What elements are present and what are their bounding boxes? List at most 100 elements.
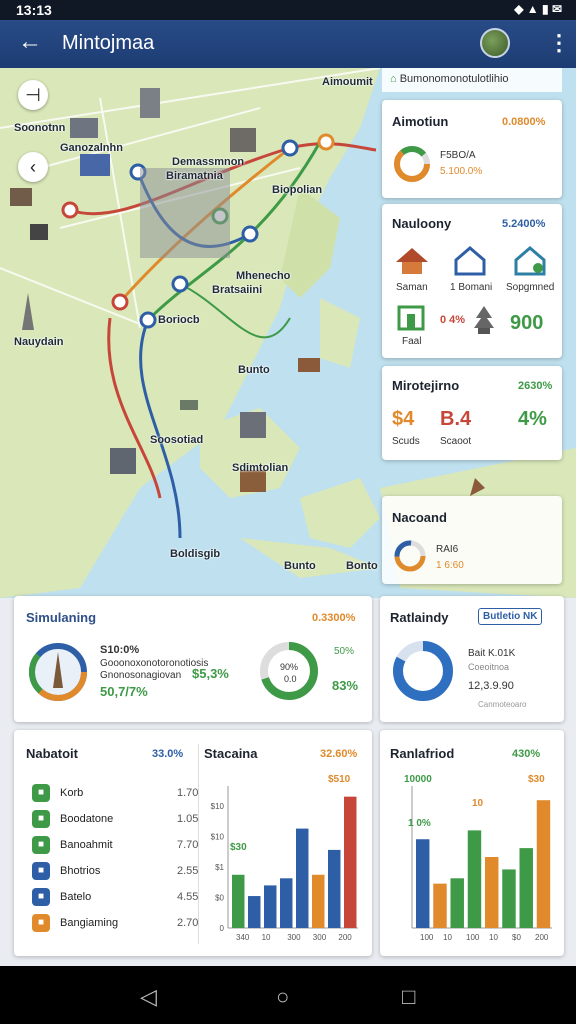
- list-item-icon: ■: [32, 888, 50, 906]
- bar: [232, 874, 245, 928]
- list-item-value: 2.70: [177, 917, 199, 929]
- stat-text: 50,7/7%: [100, 684, 148, 699]
- x-tick-label: 200: [535, 933, 549, 942]
- card-nabatoit-stacaina[interactable]: Nabatoit 33.0% ■ Korb 1.70 ■ Boodatone 1.05 ■ B…: [14, 730, 372, 956]
- stat-text: Gnonosonagiovan: [100, 670, 182, 681]
- list-item-value: 4.55: [177, 891, 199, 903]
- list-item-value: 1.70: [177, 787, 199, 799]
- nav-home-icon[interactable]: ○: [276, 984, 289, 1010]
- more-vert-icon[interactable]: ⋮: [548, 30, 570, 56]
- data-label: $30: [230, 842, 247, 853]
- nav-back-icon[interactable]: ◁: [140, 984, 157, 1010]
- side-card-aimotiun[interactable]: Aimotiun 0.0800% F5BO/A 5.100.0%: [382, 100, 562, 198]
- avatar[interactable]: [480, 28, 510, 58]
- card-value: 33.0%: [152, 748, 184, 760]
- data-label: 1 0%: [408, 818, 431, 829]
- nav-recent-icon[interactable]: □: [402, 984, 415, 1010]
- progress-donut: [393, 641, 453, 701]
- card-title: Nauloony: [392, 216, 452, 231]
- list-item-icon: ■: [32, 862, 50, 880]
- card-item: Faal: [402, 336, 422, 347]
- card-title: Aimotiun: [392, 114, 449, 129]
- bar: [248, 896, 261, 928]
- list-item-label: Bangiaming: [60, 917, 119, 929]
- donut-label: 90%: [280, 662, 299, 672]
- card-sub: 5.100.0%: [440, 166, 483, 177]
- map-label: Mhenecho: [236, 270, 291, 282]
- side-card-nacoand[interactable]: Nacoand RAI6 1 6:60: [382, 496, 562, 584]
- bar: [312, 874, 325, 928]
- list-item[interactable]: ■ Bhotrios 2.55: [32, 862, 199, 880]
- bar: [264, 885, 277, 928]
- map-label: Ganozalnhn: [60, 142, 123, 154]
- card-item: 900: [510, 312, 544, 334]
- card-value: 0.3300%: [312, 612, 356, 624]
- home-pin-icon: [514, 246, 546, 276]
- stat-text: $5,3%: [192, 666, 229, 681]
- list-item[interactable]: ■ Banoahmit 7.70: [32, 836, 198, 854]
- list-item[interactable]: ■ Batelo 4.55: [32, 888, 199, 906]
- app-root: 13:13 ◆ ▲ ▮ ✉ ← Mintojmaa ⋮ ⊣ ‹ Aimoumit…: [0, 0, 576, 1024]
- bar: [433, 883, 447, 928]
- card-sub: F5BO/A: [440, 150, 476, 161]
- card-item: 1 Bomani: [450, 282, 493, 293]
- list-item-label: Korb: [60, 787, 84, 799]
- donut-label: 0.0: [284, 674, 297, 684]
- map-label: Sdimtolian: [232, 462, 289, 474]
- map-label: Boldisgib: [170, 548, 221, 560]
- card-ratlaindy[interactable]: Ratlaindy Butletio NK Bait K.01K Coeoitn…: [380, 596, 564, 722]
- card-value: 430%: [512, 748, 541, 760]
- y-tick-label: $10: [211, 802, 225, 811]
- status-time: 13:13: [16, 2, 52, 18]
- list-item[interactable]: ■ Bangiaming 2.70: [32, 914, 199, 932]
- list-item[interactable]: ■ Boodatone 1.05: [32, 810, 198, 828]
- card-item: Sopgmned: [506, 282, 555, 293]
- list-item-value: 2.55: [177, 865, 199, 877]
- bar: [296, 828, 309, 928]
- card-value: 2630%: [518, 380, 553, 392]
- list-item-label: Bhotrios: [60, 865, 101, 877]
- filter-badge[interactable]: Butletio NK: [478, 608, 543, 625]
- arrow-left-icon[interactable]: ←: [18, 28, 42, 56]
- card-title: Nacoand: [392, 510, 447, 525]
- list-item-icon: ■: [32, 914, 50, 932]
- map-label: Bunto: [238, 364, 270, 376]
- stat-text: Canmoteoaro: [478, 700, 527, 709]
- list-item-icon: ■: [32, 810, 50, 828]
- bar: [536, 800, 551, 928]
- home-icon: ⌂: [390, 73, 400, 85]
- map-label: Demassmnon: [172, 156, 245, 168]
- map-top-strip: ⌂ Bumonomonotulotlihio: [382, 68, 562, 92]
- card-sub: 1 6:60: [436, 560, 464, 571]
- card-value: 32.60%: [320, 748, 358, 760]
- x-tick-label: 10: [443, 933, 452, 942]
- side-card-nauloony[interactable]: Nauloony 5.2400% Saman 1 Bomani Sopgmned…: [382, 204, 562, 358]
- list-item-icon: ■: [32, 836, 50, 854]
- stat-text: 83%: [332, 678, 359, 693]
- chevron-left-icon[interactable]: ‹: [18, 152, 48, 182]
- stat-text: S10:0%: [100, 644, 140, 656]
- map-label: Nauydain: [14, 336, 64, 348]
- card-sub: RAI6: [436, 544, 459, 555]
- data-label: $30: [528, 774, 545, 785]
- chart-title: Stacaina: [204, 746, 258, 761]
- y-tick-label: $10: [211, 833, 225, 842]
- x-tick-label: 10: [262, 933, 271, 942]
- list-item[interactable]: ■ Korb 1.70: [32, 784, 199, 802]
- donut-icon: [394, 146, 430, 182]
- recenter-button[interactable]: ⊣: [18, 80, 48, 110]
- x-tick-label: 100: [420, 933, 434, 942]
- stat-text: 50%: [334, 646, 355, 657]
- card-simulaning[interactable]: Simulaning 0.3300% S10:0% Gooonoxonotoro…: [14, 596, 372, 722]
- side-card-mirotejirno[interactable]: Mirotejirno 2630% $4 B.4 4% Scuds Scaoot: [382, 366, 562, 460]
- card-number: 4%: [518, 408, 547, 430]
- bar-chart-stacaina: $10 $10 $1 $0 0 340 10 300 300 200 $30 $510: [211, 774, 358, 942]
- data-label: 10: [472, 798, 484, 809]
- card-ranlafriod[interactable]: Ranlafriod 430% 100 10 100 10 $0 200 10000 $30 1…: [380, 730, 564, 956]
- card-value: 0.0800%: [502, 116, 546, 128]
- status-bar: 13:13 ◆ ▲ ▮ ✉: [0, 0, 576, 20]
- map-label: Soonotnn: [14, 122, 66, 134]
- app-bar: ← Mintojmaa ⋮: [0, 20, 576, 68]
- list-item-icon: ■: [32, 784, 50, 802]
- map-label: Bunto: [284, 560, 316, 572]
